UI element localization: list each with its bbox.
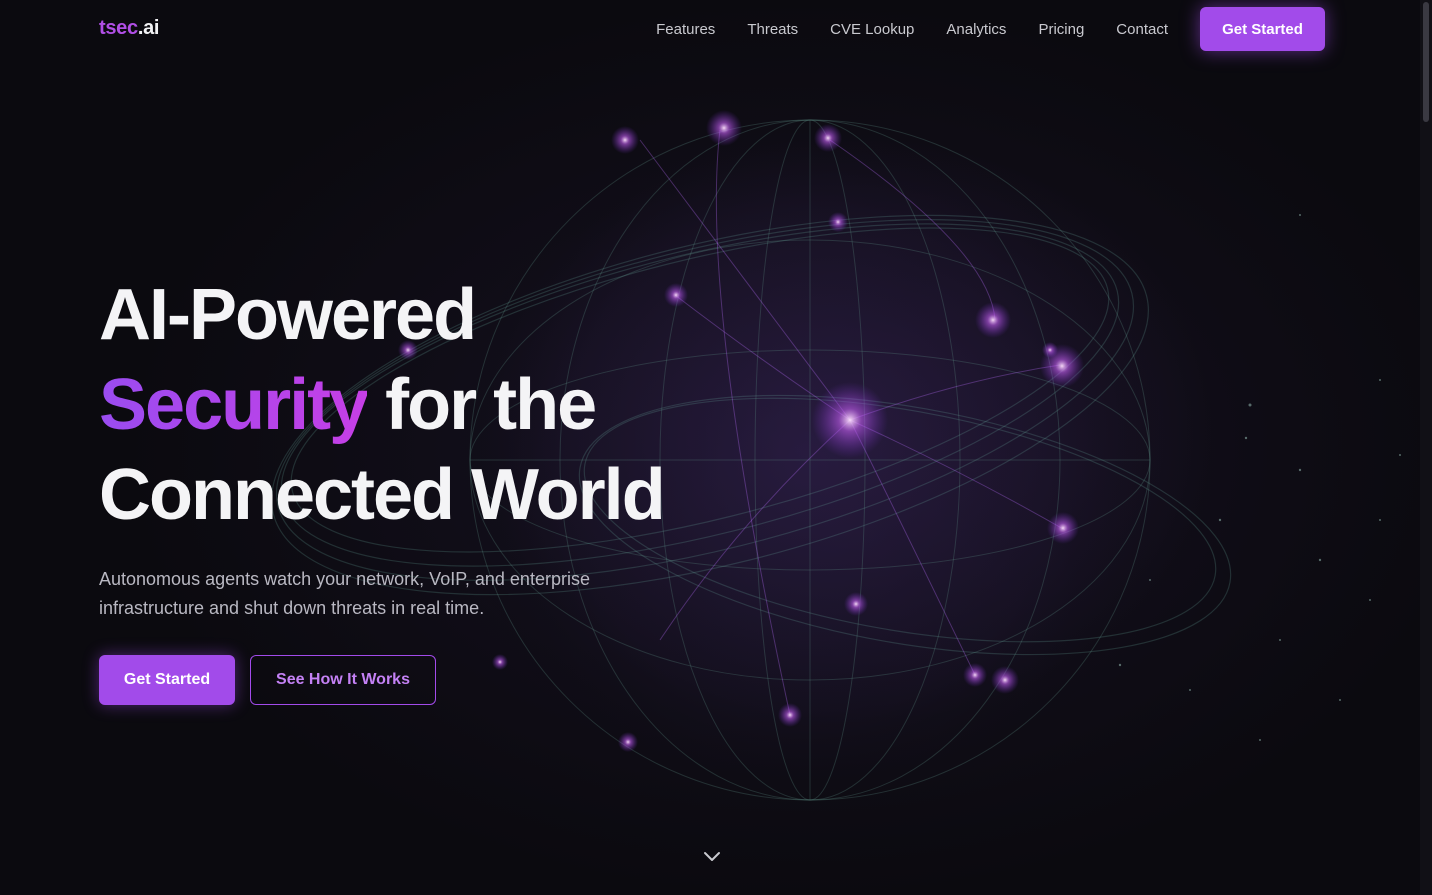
nav-link-contact[interactable]: Contact [1116,21,1168,38]
see-how-it-works-button[interactable]: See How It Works [250,655,436,705]
hero-title-line2: for the [367,365,597,445]
hero-title: AI-Powered Security for the Connected Worl… [99,270,666,540]
hero-subtitle: Autonomous agents watch your network, Vo… [99,569,590,618]
nav-get-started-button[interactable]: Get Started [1200,7,1325,51]
logo-text-suffix: .ai [137,17,160,39]
landing-page: tsec.ai Features Threats CVE Lookup Anal… [0,0,1432,895]
nav-link-pricing[interactable]: Pricing [1038,21,1084,38]
get-started-button[interactable]: Get Started [99,655,235,705]
nav-link-cve-lookup[interactable]: CVE Lookup [830,21,914,38]
nav-links: Features Threats CVE Lookup Analytics Pr… [656,0,1168,58]
hero-title-accent: Security [99,365,369,445]
nav-link-analytics[interactable]: Analytics [946,21,1006,38]
brand-logo[interactable]: tsec.ai [99,17,159,40]
hero-title-line3: Connected World [99,455,666,535]
nav-link-features[interactable]: Features [656,21,715,38]
top-navigation: tsec.ai Features Threats CVE Lookup Anal… [0,0,1420,58]
logo-text-primary: tsec [99,17,138,39]
hero-title-line1: AI-Powered [99,275,477,355]
chevron-down-icon[interactable] [702,848,722,866]
page-scrollbar[interactable] [1420,0,1432,895]
scrollbar-thumb[interactable] [1423,2,1429,122]
nav-link-threats[interactable]: Threats [747,21,798,38]
